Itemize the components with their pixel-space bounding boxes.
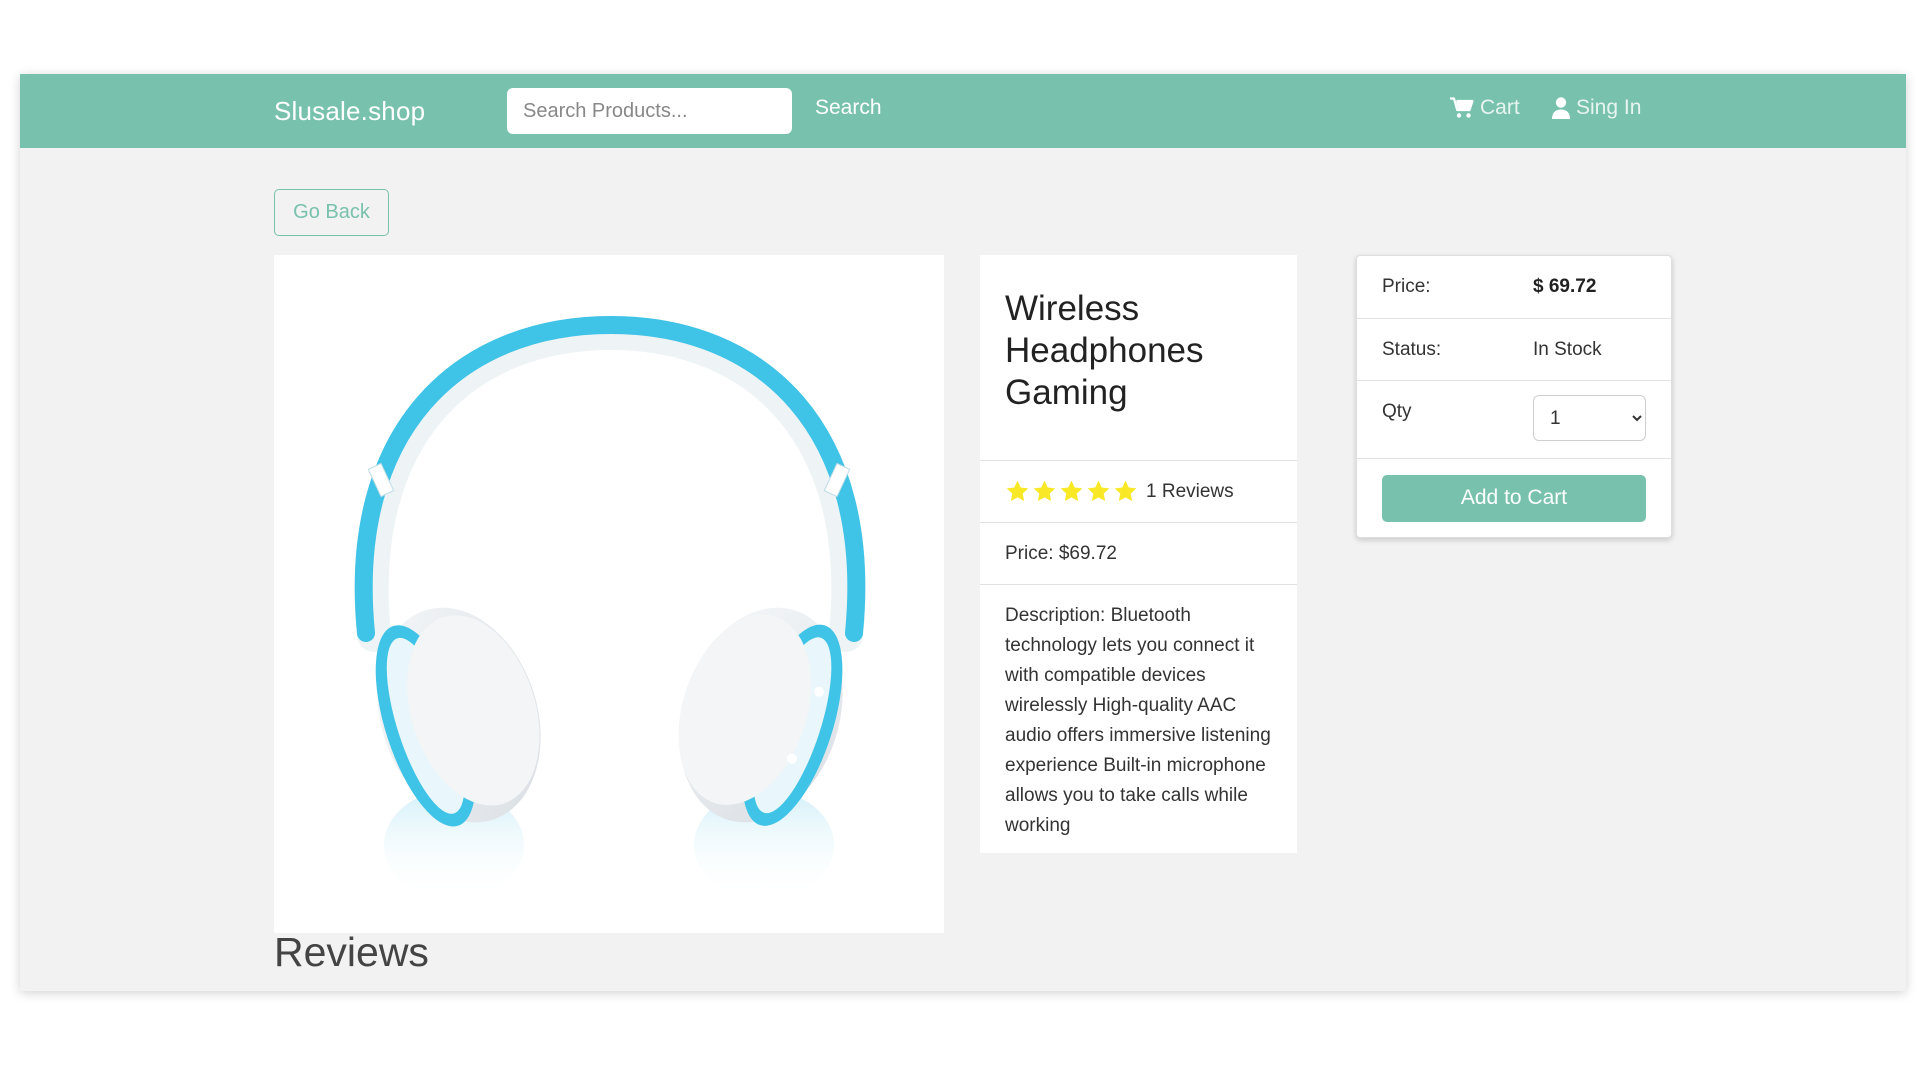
star-icon: [1006, 480, 1029, 501]
browser-viewport: Slusale.shop Search Cart Sing In Go Back: [20, 74, 1906, 991]
star-icon: [1114, 480, 1137, 501]
signin-label: Sing In: [1576, 96, 1642, 119]
product-image: [274, 255, 944, 933]
price-label: Price:: [1382, 276, 1431, 297]
reviews-heading: Reviews: [274, 929, 429, 975]
product-details: Wireless Headphones Gaming 1 Reviews Pri…: [980, 255, 1297, 853]
add-to-cart-button[interactable]: Add to Cart: [1382, 474, 1646, 522]
add-to-cart-card: Price: $ 69.72 Status: In Stock Qty 1 Ad…: [1356, 255, 1672, 538]
cart-icon: [1450, 97, 1474, 118]
search-button[interactable]: Search: [815, 96, 882, 120]
cart-button-row: Add to Cart: [1357, 459, 1671, 537]
search-input[interactable]: [507, 88, 792, 134]
cart-status-row: Status: In Stock: [1357, 319, 1671, 381]
go-back-button[interactable]: Go Back: [274, 189, 389, 236]
price-value: $ 69.72: [1533, 276, 1597, 297]
star-icon: [1087, 480, 1110, 501]
headphones-image: [354, 315, 866, 900]
qty-label: Qty: [1382, 401, 1412, 422]
navbar: Slusale.shop Search Cart Sing In: [20, 74, 1906, 148]
cart-label: Cart: [1480, 96, 1520, 119]
user-icon: [1552, 97, 1570, 119]
star-icon: [1033, 480, 1056, 501]
cart-link[interactable]: Cart: [1450, 96, 1520, 120]
status-value: In Stock: [1533, 338, 1602, 360]
description-item: Description: Bluetooth technology lets y…: [1005, 605, 1271, 836]
rating-item: 1 Reviews: [980, 461, 1297, 523]
title-item: Wireless Headphones Gaming: [980, 255, 1297, 461]
cart-price-row: Price: $ 69.72: [1357, 256, 1671, 319]
qty-select[interactable]: 1: [1533, 395, 1646, 441]
product-title: Wireless Headphones Gaming: [1005, 289, 1204, 412]
signin-link[interactable]: Sing In: [1552, 96, 1641, 120]
reviews-count: 1 Reviews: [1146, 480, 1234, 502]
brand-logo[interactable]: Slusale.shop: [274, 96, 425, 127]
status-label: Status:: [1382, 338, 1442, 360]
cart-qty-row: Qty 1: [1357, 381, 1671, 459]
star-icon: [1060, 480, 1083, 501]
price-item: Price: $69.72: [980, 523, 1297, 585]
